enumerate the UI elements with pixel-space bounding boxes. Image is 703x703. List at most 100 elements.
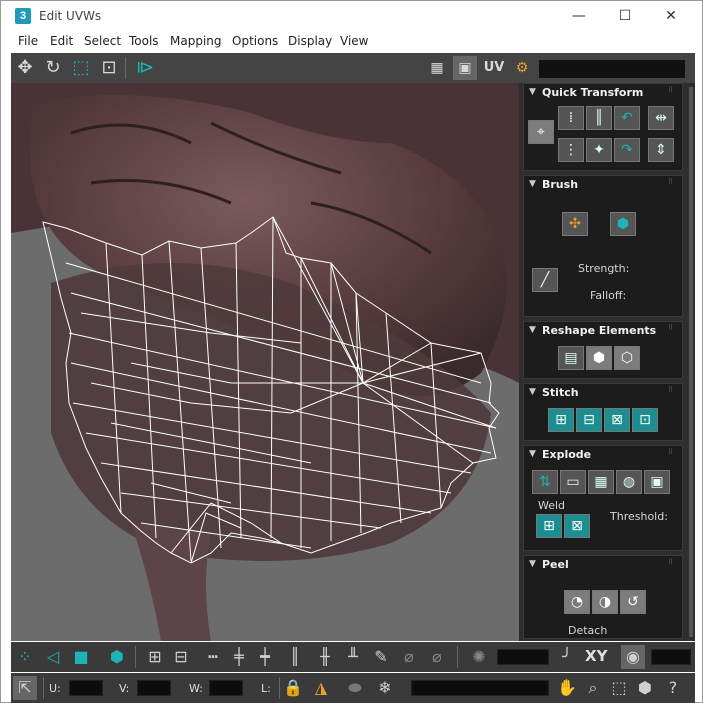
grow-selection-icon[interactable]: ⊞ bbox=[143, 645, 167, 669]
snap-icon[interactable]: ? bbox=[661, 676, 685, 700]
panel-scrollbar[interactable] bbox=[689, 87, 693, 637]
shrink-selection-icon[interactable]: ⊟ bbox=[169, 645, 193, 669]
ring-grow-icon[interactable]: ╫ bbox=[313, 645, 337, 669]
menu-file[interactable]: File bbox=[18, 34, 38, 48]
ring-shrink-icon[interactable]: ╨ bbox=[341, 645, 365, 669]
menu-mapping[interactable]: Mapping bbox=[170, 34, 222, 48]
filter-selection-field[interactable] bbox=[411, 680, 549, 696]
soft-selection-field[interactable] bbox=[497, 649, 549, 665]
relax-brush-icon[interactable]: ⬢ bbox=[610, 212, 636, 236]
coordinate-mode-icon[interactable]: ◉ bbox=[621, 645, 645, 669]
show-map-icon[interactable]: ▣ bbox=[453, 56, 477, 80]
paint-shrink-icon[interactable]: ⌀ bbox=[425, 645, 449, 669]
edit-uvws-window: 3 Edit UVWs — ☐ ✕ File Edit Select Tools… bbox=[0, 0, 703, 703]
soft-selection-icon[interactable]: ✺ bbox=[467, 645, 491, 669]
explode-to-smoothing-icon[interactable]: ▭ bbox=[560, 470, 586, 494]
uv-editor-viewport[interactable] bbox=[11, 83, 519, 641]
quick-peel-icon[interactable]: ◔ bbox=[564, 590, 590, 614]
brush-header[interactable]: ▼ Brush ⠿ bbox=[524, 176, 682, 194]
explode-title: Explode bbox=[542, 448, 592, 461]
set-pivot-icon[interactable]: ⌖ bbox=[528, 120, 554, 144]
show-hidden-icon[interactable]: ⬬ bbox=[343, 676, 367, 700]
rotate-ccw-icon[interactable]: ↶ bbox=[614, 106, 640, 130]
pan-hand-icon[interactable]: ✋ bbox=[555, 676, 579, 700]
scale-icon[interactable]: ⬚ bbox=[69, 56, 93, 80]
toolbar-separator bbox=[125, 57, 126, 79]
freeform-icon[interactable]: ⊡ bbox=[97, 56, 121, 80]
flatten-by-angle-icon[interactable]: ◍ bbox=[616, 470, 642, 494]
menu-view[interactable]: View bbox=[340, 34, 368, 48]
loop-selection-icon[interactable]: ┅ bbox=[201, 645, 225, 669]
uv-label[interactable]: UV bbox=[482, 56, 506, 80]
break-icon[interactable]: ⇅ bbox=[532, 470, 558, 494]
options-gear-icon[interactable]: ⚙ bbox=[510, 56, 534, 80]
quick-transform-header[interactable]: ▼ Quick Transform ⠿ bbox=[524, 84, 682, 102]
stitch-average-icon[interactable]: ⊠ bbox=[604, 408, 630, 432]
toolbar-separator bbox=[135, 646, 136, 668]
stitch-custom-icon[interactable]: ⊞ bbox=[548, 408, 574, 432]
align-vertical-icon[interactable]: ║ bbox=[586, 106, 612, 130]
loop-grow-icon[interactable]: ╪ bbox=[227, 645, 251, 669]
zoom-region-icon[interactable]: ⬚ bbox=[607, 676, 631, 700]
checker-pattern-icon[interactable]: ▦ bbox=[425, 56, 449, 80]
element-mode-icon[interactable]: ⬢ bbox=[105, 645, 129, 669]
freeze-icon[interactable]: ❄ bbox=[373, 676, 397, 700]
explode-element-icon[interactable]: ▣ bbox=[644, 470, 670, 494]
stitch-to-source-icon[interactable]: ⊡ bbox=[632, 408, 658, 432]
peel-mode-icon[interactable]: ◑ bbox=[592, 590, 618, 614]
menu-edit[interactable]: Edit bbox=[50, 34, 73, 48]
menu-tools[interactable]: Tools bbox=[129, 34, 159, 48]
align-center-icon[interactable]: ✦ bbox=[586, 138, 612, 162]
minimize-button[interactable]: — bbox=[556, 1, 602, 31]
reshape-elements-header[interactable]: ▼ Reshape Elements ⠿ bbox=[524, 322, 682, 340]
reset-peel-icon[interactable]: ↺ bbox=[620, 590, 646, 614]
vertex-mode-icon[interactable]: ⁘ bbox=[13, 645, 37, 669]
flatten-icon[interactable]: ⬡ bbox=[614, 346, 640, 370]
grip-icon: ⠿ bbox=[668, 178, 674, 186]
absolute-offset-icon[interactable]: ⇱ bbox=[13, 676, 37, 700]
edge-mode-icon[interactable]: ◁ bbox=[41, 645, 65, 669]
paint-select-icon[interactable]: ✎ bbox=[369, 645, 393, 669]
falloff-curve-icon[interactable]: ╱ bbox=[532, 268, 558, 292]
ring-selection-icon[interactable]: ║ bbox=[283, 645, 307, 669]
weld-all-icon[interactable]: ⊠ bbox=[564, 514, 590, 538]
uv-canvas[interactable] bbox=[11, 83, 519, 641]
v-coordinate-field[interactable] bbox=[137, 680, 171, 696]
menu-display[interactable]: Display bbox=[288, 34, 332, 48]
rotate-icon[interactable]: ↻ bbox=[41, 56, 65, 80]
loop-shrink-icon[interactable]: ┿ bbox=[253, 645, 277, 669]
align-horizontal-icon[interactable]: ⁞ bbox=[558, 106, 584, 130]
xy-label[interactable]: XY bbox=[585, 647, 607, 665]
weld-selected-icon[interactable]: ⊞ bbox=[536, 514, 562, 538]
face-mode-icon[interactable]: ■ bbox=[69, 645, 93, 669]
menu-select[interactable]: Select bbox=[84, 34, 121, 48]
mirror-icon[interactable]: ⧐ bbox=[133, 56, 157, 80]
stitch-header[interactable]: ▼ Stitch ⠿ bbox=[524, 384, 682, 402]
u-coordinate-field[interactable] bbox=[69, 680, 103, 696]
menu-options[interactable]: Options bbox=[232, 34, 278, 48]
hide-icon[interactable]: ◮ bbox=[309, 676, 333, 700]
lock-selection-icon[interactable]: 🔒 bbox=[281, 676, 305, 700]
falloff-curve-icon[interactable]: ╯ bbox=[555, 645, 579, 669]
brush-rollout: ▼ Brush ⠿ ✣ ⬢ ╱ Strength: Falloff: bbox=[523, 175, 683, 317]
paint-move-icon[interactable]: ✣ bbox=[562, 212, 588, 236]
align-left-icon[interactable]: ⋮ bbox=[558, 138, 584, 162]
explode-header[interactable]: ▼ Explode ⠿ bbox=[524, 446, 682, 464]
falloff-distance-field[interactable] bbox=[651, 649, 691, 665]
rotate-cw-icon[interactable]: ↷ bbox=[614, 138, 640, 162]
stitch-to-target-icon[interactable]: ⊟ bbox=[576, 408, 602, 432]
texture-dropdown[interactable] bbox=[539, 60, 685, 78]
w-coordinate-field[interactable] bbox=[209, 680, 243, 696]
straighten-icon[interactable]: ▤ bbox=[558, 346, 584, 370]
explode-to-material-icon[interactable]: ▦ bbox=[588, 470, 614, 494]
relax-icon[interactable]: ⬢ bbox=[586, 346, 612, 370]
close-button[interactable]: ✕ bbox=[648, 1, 694, 31]
paint-grow-icon[interactable]: ⌀ bbox=[397, 645, 421, 669]
space-horizontal-icon[interactable]: ⇹ bbox=[648, 106, 674, 130]
maximize-button[interactable]: ☐ bbox=[602, 1, 648, 31]
move-icon[interactable]: ✥ bbox=[13, 56, 37, 80]
zoom-icon[interactable]: ⌕ bbox=[581, 676, 605, 700]
zoom-extents-icon[interactable]: ⬢ bbox=[633, 676, 657, 700]
space-vertical-icon[interactable]: ⇕ bbox=[648, 138, 674, 162]
peel-header[interactable]: ▼ Peel ⠿ bbox=[524, 556, 682, 574]
